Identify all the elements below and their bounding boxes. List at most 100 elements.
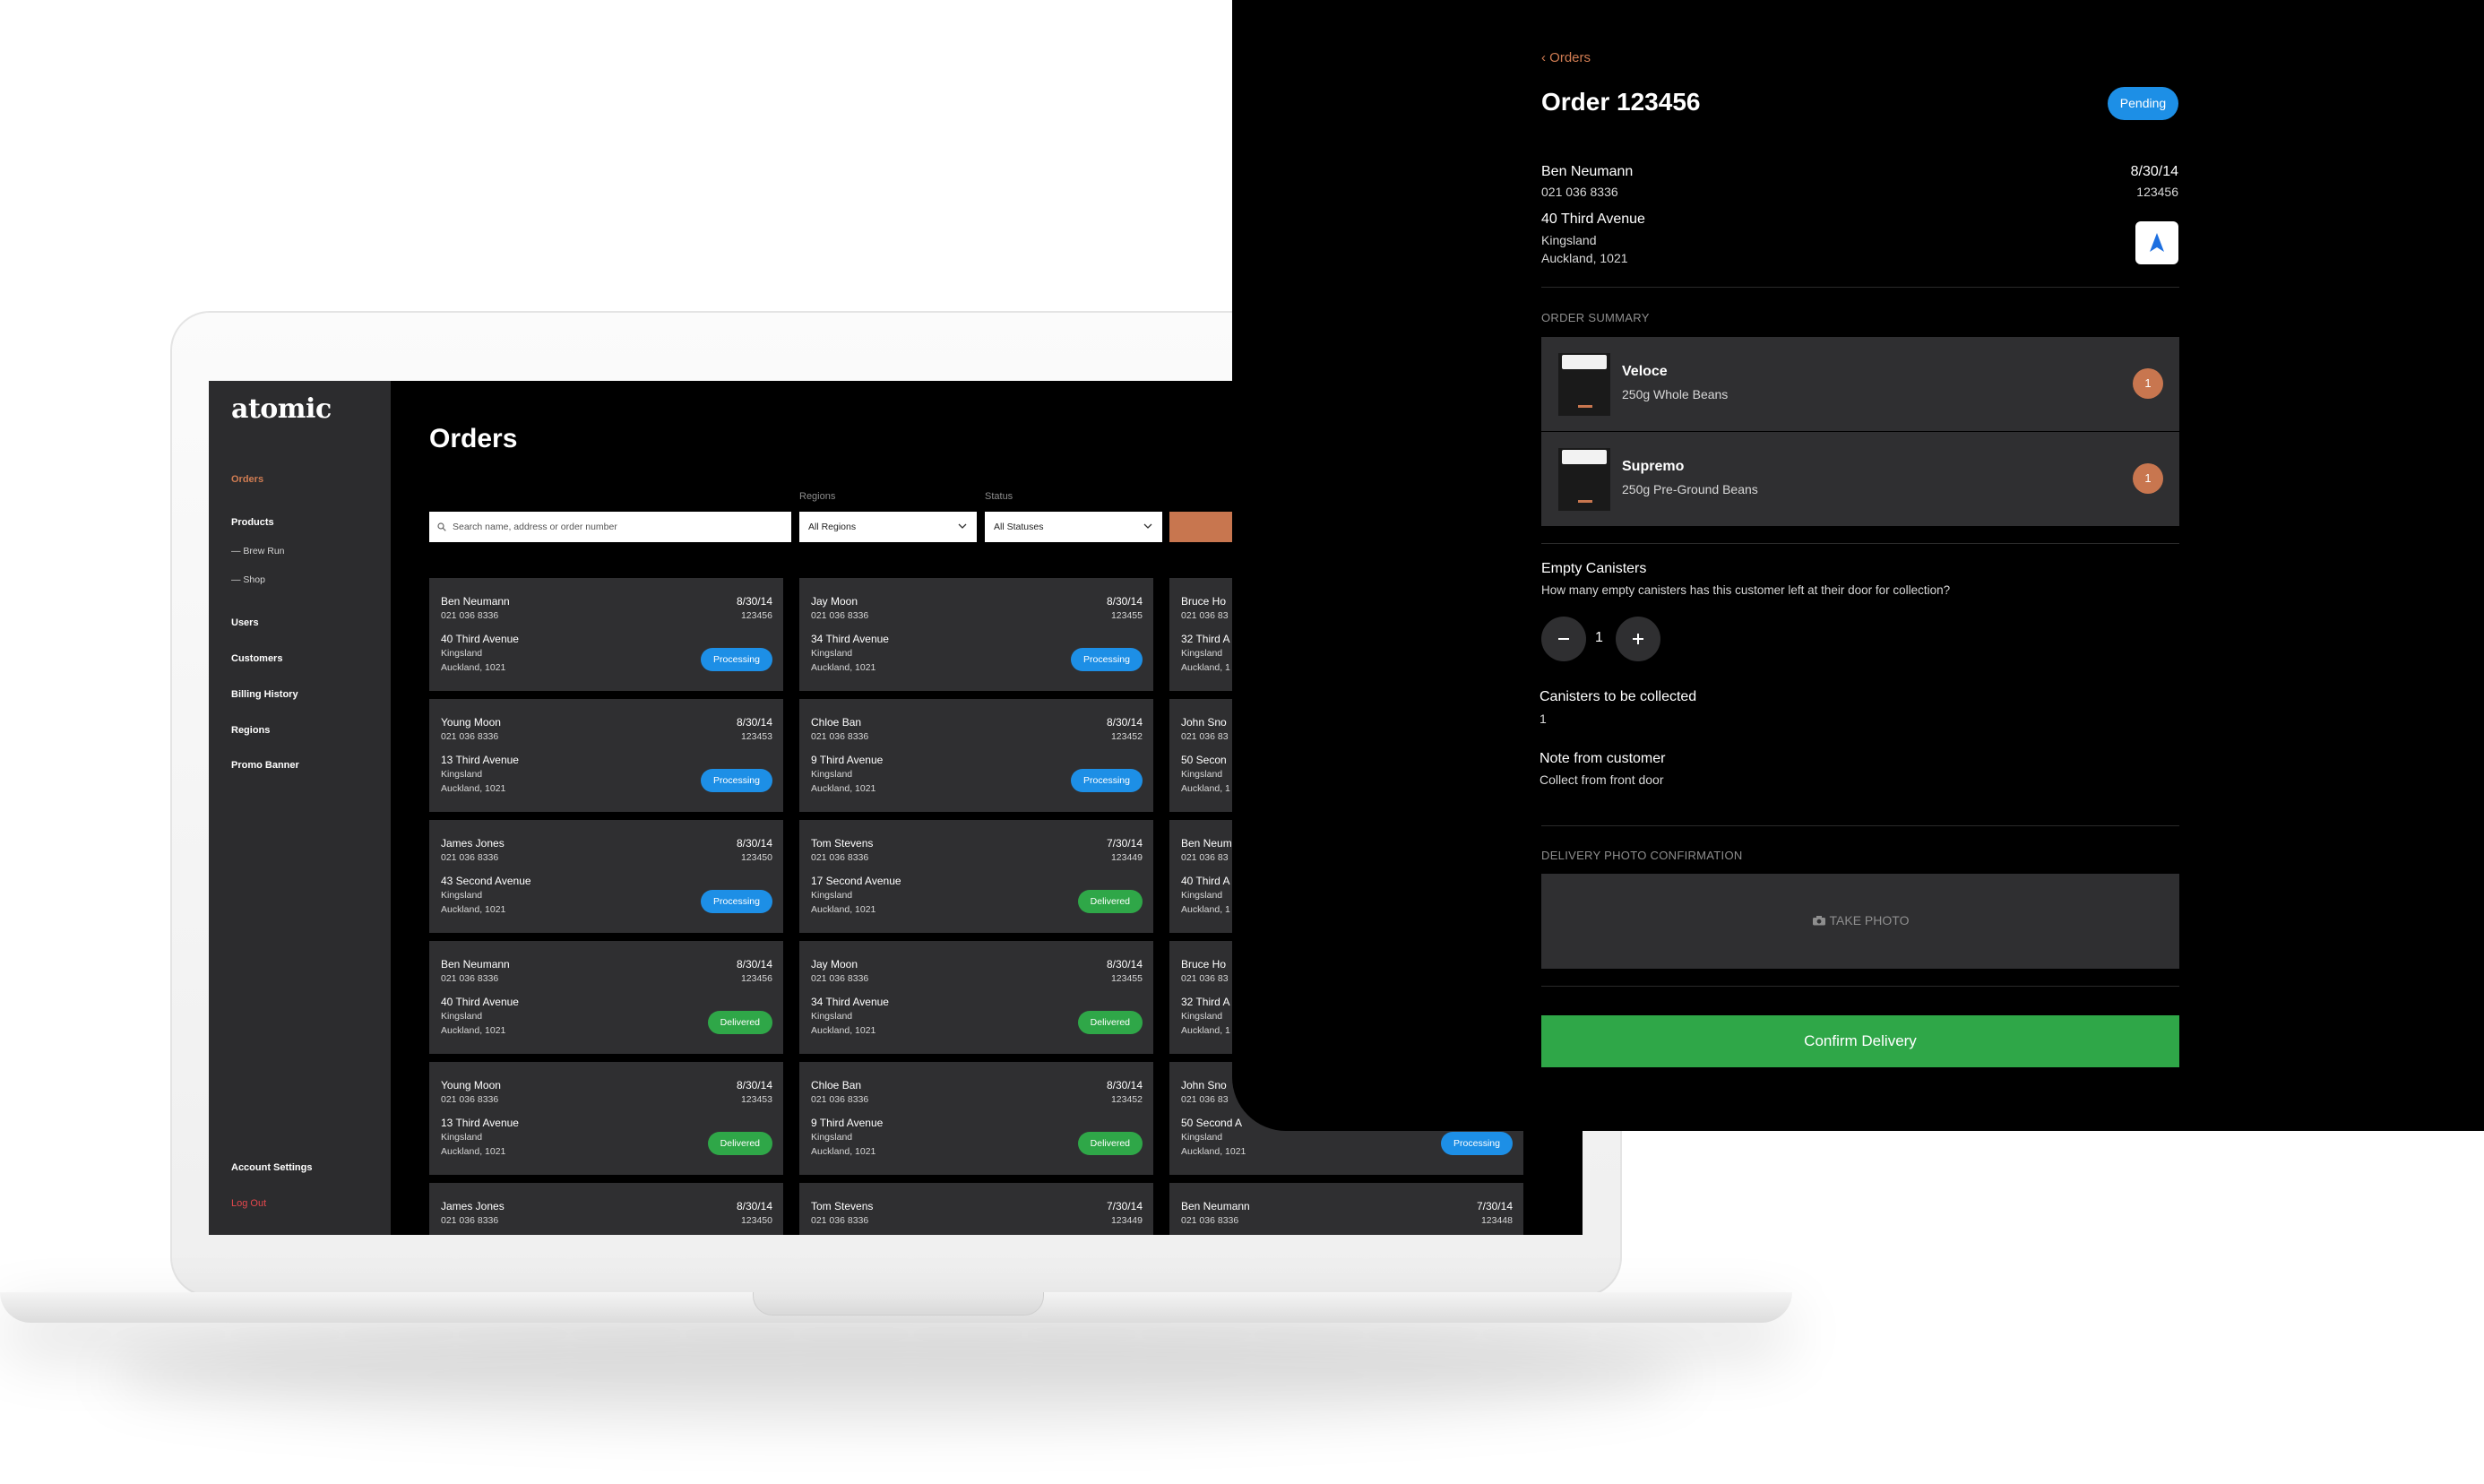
regions-select-value: All Regions bbox=[808, 522, 857, 532]
customer-name: Tom Stevens bbox=[811, 837, 874, 850]
order-card[interactable]: Tom Stevens 021 036 8336 17 Second Avenue K… bbox=[799, 820, 1153, 933]
increment-button[interactable] bbox=[1616, 617, 1660, 661]
sidebar-item-users[interactable]: Users bbox=[231, 617, 259, 628]
sidebar-item-brew-run[interactable]: — Brew Run bbox=[231, 546, 285, 556]
status-select[interactable]: All Statuses bbox=[985, 512, 1162, 542]
city: Auckland, 1021 bbox=[441, 904, 506, 915]
take-photo-button[interactable]: TAKE PHOTO bbox=[1541, 874, 2179, 969]
canisters-collected-label: Canisters to be collected bbox=[1540, 689, 1697, 704]
chevron-left-icon: ‹ bbox=[1541, 50, 1550, 65]
order-title: Order 123456 bbox=[1541, 88, 1701, 116]
order-date: 8/30/14 bbox=[736, 837, 772, 850]
address-line: 40 Third Avenue bbox=[441, 996, 519, 1008]
sidebar-item-regions[interactable]: Regions bbox=[231, 725, 270, 736]
delivery-suburb: Kingsland bbox=[1541, 233, 1597, 247]
regions-select[interactable]: All Regions bbox=[799, 512, 977, 542]
confirm-delivery-button[interactable]: Confirm Delivery bbox=[1541, 1015, 2179, 1067]
suburb: Kingsland bbox=[811, 648, 853, 659]
order-number: 123456 bbox=[740, 973, 772, 984]
customer-phone: 021 036 8336 bbox=[441, 1094, 499, 1105]
sidebar-item-orders[interactable]: Orders bbox=[231, 474, 263, 485]
customer-phone: 021 036 8336 bbox=[811, 731, 869, 742]
customer-name: Tom Stevens bbox=[811, 1200, 874, 1212]
order-date: 8/30/14 bbox=[736, 1200, 772, 1212]
customer-name: John Sno bbox=[1181, 1079, 1227, 1091]
address-line: 32 Third A bbox=[1181, 633, 1230, 645]
order-card[interactable]: Young Moon 021 036 8336 13 Third Avenue Kin… bbox=[429, 699, 783, 812]
logout-link[interactable]: Log Out bbox=[231, 1198, 266, 1209]
status-label: Status bbox=[985, 491, 1013, 502]
city: Auckland, 1021 bbox=[811, 662, 876, 673]
item-name: Veloce bbox=[1622, 364, 1668, 379]
order-date: 8/30/14 bbox=[736, 716, 772, 729]
address-line: 40 Third A bbox=[1181, 875, 1230, 887]
divider bbox=[1541, 986, 2179, 987]
customer-name: Bruce Ho bbox=[1181, 958, 1227, 971]
product-image bbox=[1558, 353, 1610, 416]
city: Auckland, 1021 bbox=[811, 1146, 876, 1157]
customer-phone: 021 036 8336 bbox=[811, 1215, 869, 1226]
address-line: 50 Secon bbox=[1181, 754, 1227, 766]
status-badge: Delivered bbox=[707, 1011, 772, 1034]
city: Auckland, 1021 bbox=[1181, 1146, 1246, 1157]
customer-phone: 021 036 83 bbox=[1181, 610, 1229, 621]
order-number: 123455 bbox=[1110, 973, 1143, 984]
sidebar-item-products[interactable]: Products bbox=[231, 517, 274, 528]
back-link-label: Orders bbox=[1549, 50, 1591, 65]
regions-label: Regions bbox=[799, 491, 836, 502]
order-number: 123456 bbox=[2136, 185, 2178, 199]
suburb: Kingsland bbox=[441, 890, 483, 901]
customer-phone: 021 036 8336 bbox=[441, 610, 499, 621]
city: Auckland, 1 bbox=[1181, 783, 1230, 794]
decrement-button[interactable] bbox=[1541, 617, 1586, 661]
suburb: Kingsland bbox=[1181, 1132, 1223, 1143]
sidebar-item-customers[interactable]: Customers bbox=[231, 653, 282, 664]
address-line: 13 Third Avenue bbox=[441, 1117, 519, 1129]
take-photo-label: TAKE PHOTO bbox=[1541, 913, 2179, 928]
order-card[interactable]: Chloe Ban 021 036 8336 9 Third Avenue Kings… bbox=[799, 699, 1153, 812]
customer-phone: 021 036 8336 bbox=[441, 973, 499, 984]
order-date: 8/30/14 bbox=[1106, 1079, 1143, 1091]
order-card[interactable]: Tom Stevens 021 036 8336 7/30/14 123449 bbox=[799, 1183, 1153, 1235]
order-date: 7/30/14 bbox=[1476, 1200, 1513, 1212]
account-settings-link[interactable]: Account Settings bbox=[231, 1162, 312, 1173]
order-card[interactable]: James Jones 021 036 8336 8/30/14 123450 bbox=[429, 1183, 783, 1235]
customer-name: Ben Neumann bbox=[1181, 1200, 1250, 1212]
chevron-down-icon bbox=[1143, 523, 1152, 529]
order-number: 123453 bbox=[740, 1094, 772, 1105]
order-card[interactable]: Ben Neumann 021 036 8336 40 Third Avenue Ki… bbox=[429, 941, 783, 1054]
address-line: 17 Second Avenue bbox=[811, 875, 901, 887]
customer-name: Jay Moon bbox=[811, 958, 858, 971]
order-number: 123449 bbox=[1110, 1215, 1143, 1226]
suburb: Kingsland bbox=[811, 1132, 853, 1143]
search-input[interactable]: Search name, address or order number bbox=[429, 512, 791, 542]
status-badge: Processing bbox=[1071, 648, 1143, 671]
item-description: 250g Whole Beans bbox=[1622, 387, 1729, 401]
city: Auckland, 1021 bbox=[811, 1025, 876, 1036]
order-card[interactable]: Ben Neumann 021 036 8336 7/30/14 123448 bbox=[1169, 1183, 1523, 1235]
city: Auckland, 1021 bbox=[441, 783, 506, 794]
delivery-city: Auckland, 1021 bbox=[1541, 251, 1628, 265]
canisters-collected-value: 1 bbox=[1540, 712, 1547, 726]
order-card[interactable]: Jay Moon 021 036 8336 34 Third Avenue Kings… bbox=[799, 578, 1153, 691]
take-photo-text: TAKE PHOTO bbox=[1829, 913, 1910, 928]
order-card[interactable]: Ben Neumann 021 036 8336 40 Third Avenue Ki… bbox=[429, 578, 783, 691]
customer-phone: 021 036 8336 bbox=[1181, 1215, 1239, 1226]
order-date: 8/30/14 bbox=[1106, 595, 1143, 608]
status-badge: Processing bbox=[701, 648, 772, 671]
order-card[interactable]: Jay Moon 021 036 8336 34 Third Avenue Kings… bbox=[799, 941, 1153, 1054]
action-button[interactable] bbox=[1169, 512, 1241, 542]
order-card[interactable]: Chloe Ban 021 036 8336 9 Third Avenue Kings… bbox=[799, 1062, 1153, 1175]
sidebar-item-billing-history[interactable]: Billing History bbox=[231, 689, 298, 700]
customer-phone: 021 036 8336 bbox=[441, 1215, 499, 1226]
sidebar-item-promo-banner[interactable]: Promo Banner bbox=[231, 760, 299, 771]
order-card[interactable]: Young Moon 021 036 8336 13 Third Avenue Kin… bbox=[429, 1062, 783, 1175]
sidebar-item-shop[interactable]: — Shop bbox=[231, 574, 265, 585]
customer-phone: 021 036 8336 bbox=[811, 1094, 869, 1105]
camera-icon bbox=[1812, 916, 1825, 926]
navigate-button[interactable] bbox=[2135, 221, 2178, 264]
order-card[interactable]: James Jones 021 036 8336 43 Second Avenue K… bbox=[429, 820, 783, 933]
back-link[interactable]: ‹ Orders bbox=[1541, 50, 1591, 65]
order-number: 123450 bbox=[740, 1215, 772, 1226]
address-line: 32 Third A bbox=[1181, 996, 1230, 1008]
